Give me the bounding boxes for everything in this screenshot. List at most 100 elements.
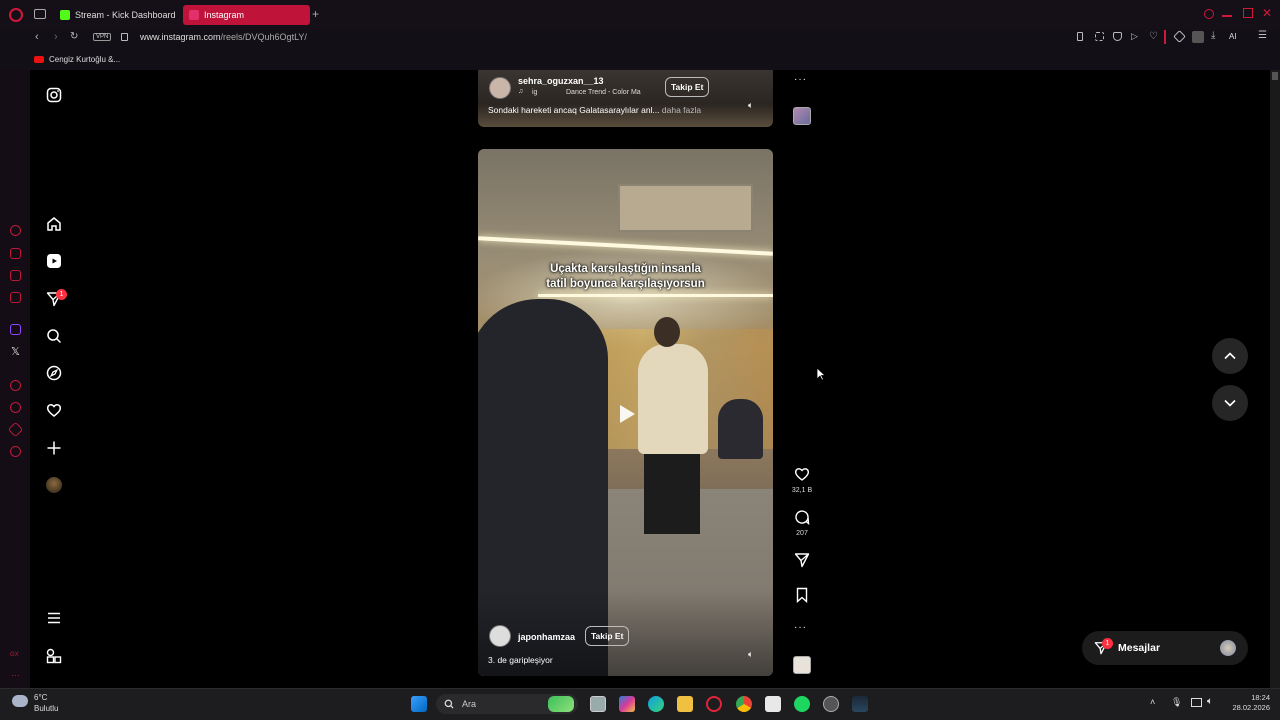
music-track[interactable]: Dance Trend - Color Ma [566,89,641,96]
bookmark-item[interactable]: Cengiz Kurtoğlu &... [34,55,120,64]
instagram-logo-icon[interactable] [46,87,62,103]
opera-logo-icon[interactable] [9,8,23,22]
scrollbar-thumb[interactable] [1272,72,1278,80]
search-tabs-icon[interactable] [1204,9,1214,19]
volume-icon[interactable]: 🔈︎ [748,100,753,111]
lock-icon[interactable] [121,33,128,41]
settings-icon[interactable] [10,446,21,457]
menu-icon[interactable]: ☰ [1258,30,1267,41]
cloud-icon [12,695,28,707]
play-icon[interactable] [611,399,641,429]
person-bending [718,399,763,459]
tab-instagram[interactable]: Instagram [183,5,310,25]
play-icon[interactable]: ▷ [1131,31,1138,42]
follow-button[interactable]: Takip Et [665,77,710,97]
opera-gx-icon[interactable] [706,696,722,712]
forward-icon[interactable]: › [54,31,58,43]
audio-thumbnail[interactable] [793,107,811,125]
tab-kick-dashboard[interactable]: Stream - Kick Dashboard [54,5,178,25]
shopping-icon[interactable] [10,248,21,259]
spotify-icon[interactable] [794,696,810,712]
gx-mail-icon[interactable] [10,292,21,303]
more-options-icon[interactable]: ··· [794,74,807,85]
ceiling-vent [618,184,753,232]
messenger-icon[interactable] [10,270,21,281]
network-icon[interactable] [1191,698,1202,707]
player-icon[interactable] [10,380,21,391]
heart-icon[interactable]: ♡ [1149,31,1158,42]
edge-icon[interactable] [648,696,664,712]
aria-icon[interactable] [10,225,21,236]
reel-card-current[interactable]: Uçakta karşılaştığın insanla tatil boyun… [478,149,773,676]
reel-card-previous[interactable]: sehra_oguzxan__13 ♫ ig Dance Trend - Col… [478,70,773,127]
close-icon[interactable]: ✕ [1262,6,1272,20]
reel-username[interactable]: sehra_oguzxan__13 [518,76,604,86]
also-from-meta-icon[interactable] [46,648,62,664]
task-view-icon[interactable] [590,696,606,712]
tab-workspaces-icon[interactable] [34,9,46,19]
microphone-icon[interactable]: 🎙︎ [1171,697,1182,708]
page-scrollbar[interactable] [1270,70,1280,688]
more-menu-icon[interactable] [46,610,62,626]
reload-icon[interactable]: ↻ [70,31,78,42]
like-button[interactable] [794,466,810,482]
next-reel-button[interactable] [1212,385,1248,421]
follow-button[interactable]: Takip Et [585,626,630,646]
download-icon[interactable]: ⤓ [1211,30,1215,41]
profile-avatar-nav[interactable] [46,477,62,493]
maximize-icon[interactable] [1243,8,1253,18]
more-sidebar-icon[interactable]: ··· [11,670,20,680]
more-link[interactable]: daha fazla [662,105,701,115]
system-clock[interactable]: 18:24 28.02.2026 [1228,693,1270,713]
volume-tray-icon[interactable]: 🔈︎ [1207,696,1213,707]
photoshop-express-icon[interactable] [619,696,635,712]
save-button[interactable] [794,587,810,603]
reels-icon[interactable] [46,253,62,269]
share-button[interactable] [794,552,810,568]
x-twitter-icon[interactable]: 𝕏 [11,345,20,358]
windows-start-icon[interactable] [411,696,427,712]
snapshot-icon[interactable] [1095,32,1104,41]
volume-icon[interactable]: 🔈︎ [748,649,753,660]
history-icon[interactable] [10,402,21,413]
ai-button[interactable]: AI [1229,32,1237,41]
store-icon[interactable] [765,696,781,712]
create-plus-icon[interactable] [46,440,62,456]
audio-thumbnail[interactable] [793,656,811,674]
instagram-favicon-icon [189,10,199,20]
home-icon[interactable] [46,216,62,232]
url-field[interactable]: www.instagram.com/reels/DVQuh6OgtLY/ [140,32,307,42]
message-avatar [1220,640,1236,656]
music-note-icon: ♫ [518,88,524,95]
explore-compass-icon[interactable] [46,365,62,381]
comment-button[interactable] [794,509,810,525]
chrome-icon[interactable] [736,696,752,712]
file-explorer-icon[interactable] [677,696,693,712]
bookmark-page-icon[interactable] [1077,32,1083,41]
twitch-icon[interactable] [10,324,21,335]
bookmarks-bar [0,50,1280,70]
search-icon[interactable] [46,328,62,344]
steam-icon[interactable] [852,696,868,712]
avatar[interactable] [489,77,511,99]
share-icon [794,553,810,568]
avatar[interactable] [489,625,511,647]
back-icon[interactable]: ‹ [35,31,39,43]
person-legs [644,449,700,534]
minimize-icon[interactable] [1222,15,1232,17]
new-tab-button[interactable]: + [312,7,319,21]
gx-corner-icon[interactable]: GX [10,652,19,658]
more-options-icon[interactable]: ··· [794,622,807,633]
messages-badge: 1 [1102,638,1113,649]
url-path: /reels/DVQuh6OgtLY/ [220,32,307,42]
profile-avatar[interactable] [1192,31,1204,43]
app-icon[interactable] [823,696,839,712]
notifications-heart-icon[interactable] [46,402,62,418]
reel-username[interactable]: japonhamzaa [518,632,575,642]
vpn-badge[interactable]: VPN [93,33,112,41]
previous-reel-button[interactable] [1212,338,1248,374]
show-hidden-icons[interactable]: ˄ [1150,697,1155,707]
youtube-icon [34,56,44,63]
taskbar-search[interactable]: Ara [436,694,578,714]
shield-icon[interactable] [1113,32,1122,41]
